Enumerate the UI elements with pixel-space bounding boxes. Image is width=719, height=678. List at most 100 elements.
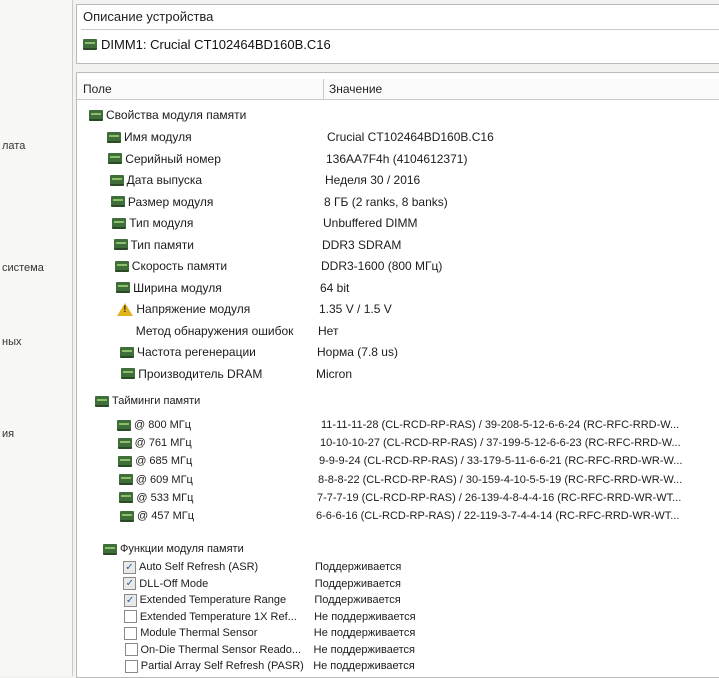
section-memory-timings[interactable]: Тайминги памяти [77, 391, 719, 411]
value-cell: 7-7-7-19 (CL-RCD-RP-RAS) / 26-139-4-8-4-… [317, 491, 682, 504]
section-module-properties[interactable]: Свойства модуля памяти [77, 105, 719, 125]
table-row[interactable]: Дата выпуска Неделя 30 / 2016 [77, 170, 719, 190]
device-name: DIMM1: Crucial CT102464BD160B.C16 [101, 37, 331, 52]
table-row[interactable]: Скорость памяти DDR3-1600 (800 МГц) [77, 256, 719, 276]
section-module-features[interactable]: Функции модуля памяти [77, 539, 719, 559]
checked-checkbox-icon: ✓ [123, 593, 137, 607]
column-resize-handle[interactable] [323, 79, 324, 99]
field-cell: Производитель DRAM [121, 364, 262, 384]
table-row[interactable]: @ 457 МГц 6-6-6-16 (CL-RCD-RP-RAS) / 22-1… [77, 506, 719, 526]
memory-chip-icon [103, 543, 117, 555]
field-cell: Напряжение модуля [117, 299, 250, 319]
table-row[interactable]: Тип модуля Unbuffered DIMM [77, 213, 719, 233]
table-row[interactable]: @ 609 МГц 8-8-8-22 (CL-RCD-RP-RAS) / 30-1… [77, 470, 719, 490]
checkbox-icon [124, 643, 138, 656]
left-label-1[interactable]: лата [2, 140, 25, 152]
field-label: Производитель DRAM [138, 366, 263, 381]
field-label: @ 800 МГц [134, 419, 192, 431]
field-label: Скорость памяти [131, 259, 228, 273]
warning-icon [117, 302, 134, 316]
field-label: Module Thermal Sensor [140, 627, 258, 639]
field-cell: Partial Array Self Refresh (PASR) [124, 656, 304, 676]
field-cell: @ 685 МГц [118, 451, 192, 471]
field-label: @ 533 МГц [136, 491, 194, 504]
field-label: @ 761 МГц [134, 437, 192, 450]
field-label: On-Die Thermal Sensor Reado... [140, 643, 302, 656]
table-row[interactable]: Метод обнаружения ошибок Нет [77, 321, 719, 341]
table-row[interactable]: Серийный номер 136AA7F4h (4104612371) [77, 149, 719, 169]
value-cell: Нет [318, 323, 339, 338]
column-header-field[interactable]: Поле [83, 82, 112, 96]
left-label-2[interactable]: система [2, 262, 44, 274]
value-cell: Норма (7.8 us) [317, 345, 398, 359]
value-cell: 64 bit [320, 280, 350, 295]
table-row[interactable]: Размер модуля 8 ГБ (2 ranks, 8 banks) [77, 192, 719, 212]
device-name-row: DIMM1: Crucial CT102464BD160B.C16 [83, 37, 331, 52]
field-label: Тип памяти [130, 237, 194, 252]
memory-chip-icon [120, 510, 134, 522]
value-cell: 6-6-6-16 (CL-RCD-RP-RAS) / 22-119-3-7-4-… [316, 510, 680, 522]
memory-chip-icon [89, 109, 103, 121]
memory-chip-icon [117, 437, 132, 449]
memory-chip-icon [114, 260, 129, 272]
checkbox-icon [124, 659, 138, 673]
checkbox-icon [123, 610, 137, 623]
divider [81, 29, 719, 30]
left-label-3[interactable]: ных [2, 336, 21, 348]
field-label: Имя модуля [124, 130, 192, 144]
field-cell: @ 800 МГц [117, 415, 191, 435]
field-label: DLL-Off Mode [139, 577, 209, 590]
section-title: Тайминги памяти [112, 395, 201, 407]
memory-chip-icon [113, 239, 128, 250]
table-row[interactable]: @ 533 МГц 7-7-7-19 (CL-RCD-RP-RAS) / 26-1… [77, 488, 719, 508]
value-cell: Crucial CT102464BD160B.C16 [327, 130, 494, 144]
field-label: @ 457 МГц [137, 510, 195, 522]
field-cell: @ 533 МГц [119, 488, 193, 508]
value-cell: 8-8-8-22 (CL-RCD-RP-RAS) / 30-159-4-10-5… [318, 473, 683, 486]
table-row[interactable]: Частота регенерации Норма (7.8 us) [77, 342, 719, 362]
value-cell: 136AA7F4h (4104612371) [326, 151, 468, 166]
memory-chip-icon [119, 492, 134, 504]
table-row[interactable]: Напряжение модуля 1.35 V / 1.5 V [77, 299, 719, 319]
table-row[interactable]: Ширина модуля 64 bit [77, 278, 719, 298]
field-label: Extended Temperature Range [139, 594, 287, 606]
field-cell: @ 457 МГц [120, 506, 194, 526]
left-label-4[interactable]: ия [2, 428, 14, 440]
field-label: @ 609 МГц [135, 473, 193, 486]
table-row[interactable]: Partial Array Self Refresh (PASR) Не подд… [77, 656, 719, 676]
field-cell: @ 761 МГц [117, 433, 192, 453]
memory-chip-icon [83, 39, 97, 50]
field-cell: Имя модуля [107, 127, 192, 147]
field-label: Частота регенерации [137, 345, 256, 359]
field-label: Тип модуля [129, 216, 194, 230]
memory-chip-icon [109, 174, 124, 186]
table-row[interactable]: @ 800 МГц 11-11-11-28 (CL-RCD-RP-RAS) / 3… [77, 415, 719, 435]
value-cell: 9-9-9-24 (CL-RCD-RP-RAS) / 33-179-5-11-6… [319, 455, 683, 468]
section-title: Функции модуля памяти [120, 543, 244, 555]
value-cell: Unbuffered DIMM [323, 216, 418, 230]
table-row[interactable]: Производитель DRAM Micron [77, 364, 719, 384]
memory-chip-icon [112, 217, 127, 229]
table-row[interactable]: @ 761 МГц 10-10-10-27 (CL-RCD-RP-RAS) / 3… [77, 433, 719, 453]
table-row[interactable]: Тип памяти DDR3 SDRAM [77, 235, 719, 255]
field-cell: Ширина модуля [116, 278, 222, 298]
field-label: Extended Temperature 1X Ref... [139, 610, 297, 623]
field-cell: Скорость памяти [114, 256, 228, 276]
memory-chip-icon [108, 153, 123, 164]
field-cell: Серийный номер [108, 149, 221, 169]
field-label: Auto Self Refresh (ASR) [139, 561, 259, 573]
field-label: Напряжение модуля [136, 302, 251, 316]
checkbox-icon [124, 626, 138, 640]
memory-chip-icon [120, 346, 134, 358]
field-cell: Частота регенерации [120, 342, 256, 362]
value-cell: DDR3 SDRAM [322, 237, 402, 252]
memory-chip-icon [107, 131, 121, 143]
table-row[interactable]: @ 685 МГц 9-9-9-24 (CL-RCD-RP-RAS) / 33-1… [77, 451, 719, 471]
field-label: Ширина модуля [133, 280, 222, 295]
checked-checkbox-icon: ✓ [123, 577, 137, 590]
memory-chip-icon [117, 419, 131, 431]
memory-chip-icon [116, 282, 131, 293]
column-header-value[interactable]: Значение [329, 82, 382, 96]
table-row[interactable]: Имя модуля Crucial CT102464BD160B.C16 [77, 127, 719, 147]
section-title: Свойства модуля памяти [106, 108, 247, 122]
